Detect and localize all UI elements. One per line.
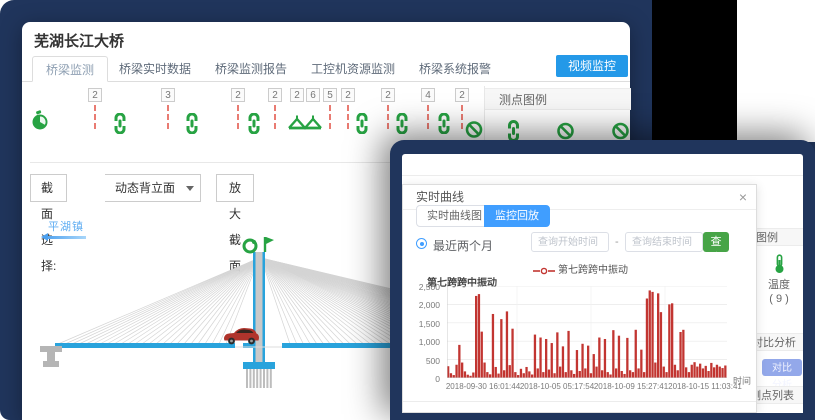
tower-rotation-sensor-icon[interactable] <box>244 240 256 252</box>
x-axis-label: 2018-09-30 16:01:44 <box>446 382 520 391</box>
secondary-window-page: 测点图例 温度 ( 9 ) 对比分析 对比分析 测点列表 实时曲线 × 实时曲线… <box>402 154 803 413</box>
marker-dash-icon <box>167 105 169 129</box>
section-select-label: 截面选择: <box>30 174 67 202</box>
bridge-truss-icon <box>288 114 322 137</box>
y-axis-label: 2,000 <box>406 300 440 310</box>
tab-realtime-data[interactable]: 桥梁实时数据 <box>106 56 204 82</box>
thermometer-icon <box>773 254 786 274</box>
marker-dash-icon <box>237 105 239 129</box>
legend-panel-title: 测点图例 <box>485 88 631 110</box>
marker-count-badge: 2 <box>341 88 355 102</box>
divider <box>403 401 756 402</box>
marker-dash-icon <box>347 105 349 129</box>
series-bars <box>447 290 727 378</box>
marker-dash-icon <box>461 105 463 129</box>
marker-count-badge: 2 <box>381 88 395 102</box>
realtime-curve-dialog: 实时曲线 × 实时曲线图 监控回放 最近两个月 - 查询 第七跨跨中振动 第七跨… <box>402 184 757 413</box>
screenshot-root: 芜湖长江大桥 桥梁监测 桥梁实时数据 桥梁监测报告 工控机资源监测 桥梁系统报警… <box>0 0 815 420</box>
compare-analysis-button[interactable]: 对比分析 <box>762 359 802 376</box>
tower-foundation <box>243 362 275 369</box>
x-axis-label: 2018-10-09 15:27:41 <box>594 382 668 391</box>
x-axis-label: 2018-10-15 11:03:41 <box>668 382 742 391</box>
y-axis-label: 0 <box>406 374 440 384</box>
recent-two-months-radio[interactable]: 最近两个月 <box>416 237 493 251</box>
tab-monitoring-report[interactable]: 桥梁监测报告 <box>202 56 300 82</box>
tower-piles <box>247 369 271 388</box>
y-axis-label: 1,500 <box>406 319 440 329</box>
section-select-dropdown[interactable]: 动态背立面 <box>105 174 201 202</box>
marker-count-badge: 2 <box>88 88 102 102</box>
video-monitoring-button[interactable]: 视频监控 <box>556 55 628 77</box>
bridge-deck <box>55 343 235 348</box>
marker-dash-icon <box>94 105 96 129</box>
bridge-left-pier <box>40 346 62 367</box>
secondary-window: 测点图例 温度 ( 9 ) 对比分析 对比分析 测点列表 实时曲线 × 实时曲线… <box>390 140 815 420</box>
marker-dash-icon <box>274 105 276 129</box>
marker-dash-icon <box>427 105 429 129</box>
y-axis-label: 1,000 <box>406 337 440 347</box>
marker-count-badge: 3 <box>161 88 175 102</box>
query-end-time-input[interactable] <box>625 232 703 252</box>
range-separator: - <box>615 236 619 248</box>
background-black-window <box>652 0 737 141</box>
marker-count-badge: 5 <box>323 88 337 102</box>
page-title: 芜湖长江大桥 <box>34 30 124 51</box>
divider <box>402 175 803 176</box>
tab-monitor-playback[interactable]: 监控回放 <box>484 205 550 227</box>
marker-count-badge: 4 <box>421 88 435 102</box>
marker-count-badge: 2 <box>455 88 469 102</box>
y-axis-label: 500 <box>406 356 440 366</box>
tower-flag-icon[interactable] <box>265 237 274 252</box>
tab-realtime-curve[interactable]: 实时曲线图 <box>416 205 493 227</box>
vibration-chart <box>447 286 727 378</box>
x-axis-name: 时间 <box>733 374 751 387</box>
marker-count-badge: 2 <box>268 88 282 102</box>
sensor-count: ( 9 ) <box>757 292 801 306</box>
tab-ipc-resource[interactable]: 工控机资源监测 <box>298 56 408 82</box>
temperature-sensor-item[interactable]: 温度 ( 9 ) <box>757 254 801 306</box>
tab-system-alarm[interactable]: 桥梁系统报警 <box>406 56 504 82</box>
radio-icon <box>416 238 427 249</box>
marker-count-badge: 2 <box>231 88 245 102</box>
query-start-time-input[interactable] <box>531 232 609 252</box>
query-button[interactable]: 查询 <box>703 232 729 252</box>
sensor-label: 温度 <box>757 278 801 292</box>
tab-bar: 桥梁监测 桥梁实时数据 桥梁监测报告 工控机资源监测 桥梁系统报警 <box>22 55 630 82</box>
x-axis-label: 2018-10-05 05:17:54 <box>520 382 594 391</box>
tab-bridge-monitoring[interactable]: 桥梁监测 <box>32 56 108 82</box>
enlarge-section-button[interactable]: 放大截面 <box>216 174 254 202</box>
marker-dash-icon <box>387 105 389 129</box>
marker-dash-icon <box>329 105 331 129</box>
y-axis-label: 2,500 <box>406 282 440 292</box>
legend-marker-icon <box>533 267 555 275</box>
close-icon[interactable]: × <box>739 185 747 210</box>
chevron-down-icon <box>186 186 194 191</box>
car <box>224 328 259 344</box>
background-white-window <box>737 0 815 142</box>
